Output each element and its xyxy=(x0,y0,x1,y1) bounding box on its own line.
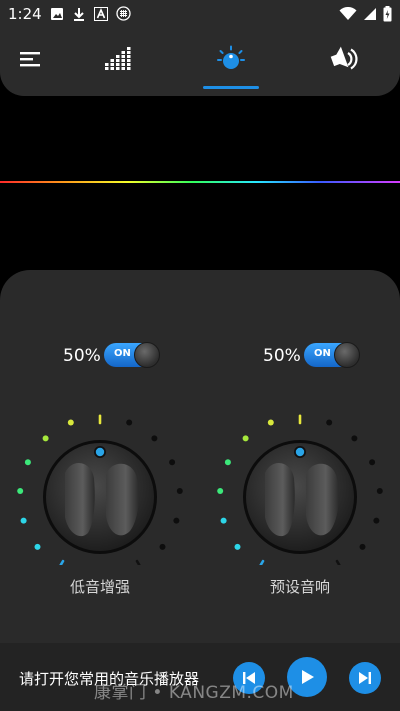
bass-boost-toggle-label: ON xyxy=(114,348,131,359)
menu-icon xyxy=(20,52,40,67)
level-tick xyxy=(351,435,358,442)
bass-boost-toggle[interactable]: ON xyxy=(104,342,160,368)
level-tick xyxy=(67,419,74,426)
tab-effects[interactable] xyxy=(211,42,251,76)
wifi-icon xyxy=(339,7,357,20)
level-tick xyxy=(242,435,249,442)
level-tick xyxy=(220,517,227,524)
download-icon xyxy=(74,7,84,21)
next-button[interactable] xyxy=(349,662,381,694)
level-tick xyxy=(59,559,65,565)
level-tick xyxy=(159,543,166,550)
virtualizer-toggle[interactable]: ON xyxy=(304,342,360,368)
tab-equalizer[interactable] xyxy=(98,42,138,76)
next-icon xyxy=(359,672,371,684)
active-tab-indicator xyxy=(203,86,259,89)
level-tick xyxy=(369,459,376,466)
level-tick xyxy=(224,459,231,466)
grid-circle-icon xyxy=(116,6,131,21)
toggle-thumb xyxy=(134,342,160,368)
level-tick xyxy=(376,488,383,494)
level-tick xyxy=(151,435,158,442)
virtualizer-percent: 50% xyxy=(263,346,301,366)
watermark: 康掌门 • KANGZM.COM xyxy=(94,683,294,703)
level-tick xyxy=(267,419,274,426)
level-tick xyxy=(24,459,31,466)
status-time: 1:24 xyxy=(8,5,42,23)
level-tick xyxy=(326,419,333,426)
bass-boost-knob[interactable] xyxy=(10,405,190,565)
level-tick xyxy=(259,559,265,565)
level-tick xyxy=(217,488,224,494)
speaker-icon xyxy=(330,46,358,70)
toggle-thumb xyxy=(334,342,360,368)
play-icon xyxy=(302,670,314,684)
level-tick xyxy=(359,543,366,550)
virtualizer-toggle-label: ON xyxy=(314,348,331,359)
image-icon xyxy=(51,7,63,20)
level-tick xyxy=(34,543,41,550)
level-tick xyxy=(135,559,141,565)
knob-icon xyxy=(217,45,245,69)
equalizer-icon xyxy=(105,47,131,70)
a-icon xyxy=(94,6,108,21)
battery-charging-icon xyxy=(383,6,392,22)
tab-speaker[interactable] xyxy=(324,42,364,76)
tab-menu[interactable] xyxy=(10,42,50,76)
virtualizer-knob[interactable] xyxy=(210,405,390,565)
level-tick xyxy=(335,559,341,565)
top-tab-bar xyxy=(0,28,400,96)
signal-icon xyxy=(364,8,376,20)
level-tick xyxy=(126,419,133,426)
level-tick xyxy=(373,517,380,524)
audio-visualizer xyxy=(0,181,400,183)
level-tick xyxy=(20,517,27,524)
level-tick xyxy=(42,435,49,442)
bass-boost-label: 低音增强 xyxy=(69,578,130,596)
level-tick xyxy=(176,488,183,494)
level-tick xyxy=(17,488,24,494)
level-tick xyxy=(173,517,180,524)
status-bar: 1:24 xyxy=(0,0,400,28)
level-tick xyxy=(234,543,241,550)
virtualizer-label: 预设音响 xyxy=(269,578,330,596)
level-tick xyxy=(169,459,176,466)
bass-boost-percent: 50% xyxy=(63,346,101,366)
